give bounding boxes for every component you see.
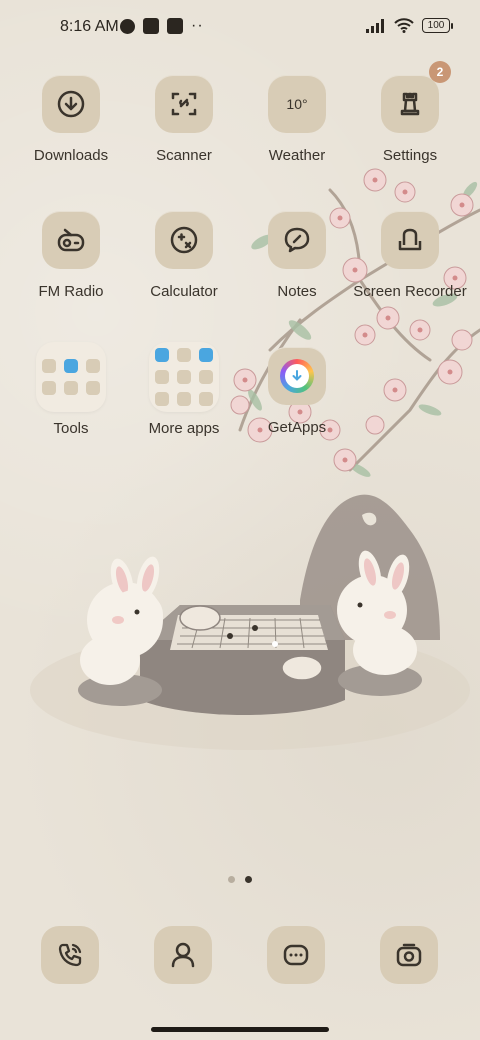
notes-icon — [268, 211, 326, 269]
status-time: 8:16 AM — [60, 18, 119, 35]
app-scanner[interactable]: Scanner — [127, 75, 241, 165]
folder-label: Tools — [53, 420, 89, 437]
signal-icon — [366, 18, 384, 33]
weather-icon: 10° — [268, 75, 326, 133]
app-label: Notes — [277, 283, 317, 300]
weather-temperature: 10° — [286, 96, 308, 112]
phone-icon — [58, 943, 82, 967]
settings-icon — [381, 75, 439, 133]
notification-app-icon — [120, 18, 135, 34]
folder-icon — [149, 342, 219, 412]
download-icon — [42, 75, 100, 133]
folder-more-apps[interactable]: More apps — [127, 342, 241, 438]
folder-label: More apps — [148, 420, 220, 437]
messages-icon — [283, 944, 309, 966]
app-label: GetApps — [267, 419, 327, 436]
app-label: Calculator — [150, 283, 218, 300]
more-notifications-icon: ·· — [191, 17, 204, 34]
app-fm-radio[interactable]: FM Radio — [14, 211, 128, 301]
status-indicators: 100 — [366, 18, 453, 33]
notification-square-icon — [143, 18, 159, 34]
app-weather[interactable]: 10° Weather — [240, 75, 354, 165]
app-label: Scanner — [156, 147, 212, 164]
contacts-icon — [171, 942, 195, 968]
page-dot-2[interactable] — [245, 876, 252, 883]
app-getapps[interactable]: GetApps — [240, 347, 354, 437]
app-label: Downloads — [33, 147, 109, 164]
page-indicator — [0, 876, 480, 883]
battery-icon: 100 — [422, 18, 453, 33]
notification-icons: ·· — [120, 18, 204, 34]
dock-camera[interactable] — [380, 926, 438, 984]
app-notes[interactable]: Notes — [240, 211, 354, 301]
radio-icon — [42, 211, 100, 269]
wifi-icon — [394, 18, 414, 33]
camera-icon — [396, 943, 422, 967]
folder-tools[interactable]: Tools — [14, 342, 128, 438]
app-label: Screen Recorder — [353, 283, 467, 300]
calculator-icon — [155, 211, 213, 269]
getapps-icon — [268, 347, 326, 405]
app-label: FM Radio — [38, 283, 104, 300]
page-dot-1[interactable] — [228, 876, 235, 883]
app-downloads[interactable]: Downloads — [14, 75, 128, 165]
notification-upload-icon — [167, 18, 183, 34]
app-screen-recorder[interactable]: Screen Recorder — [353, 211, 467, 301]
app-calculator[interactable]: Calculator — [127, 211, 241, 301]
status-bar: 8:16 AM ·· 100 — [0, 0, 480, 56]
dock-messages[interactable] — [267, 926, 325, 984]
folder-icon — [36, 342, 106, 412]
app-label: Settings — [382, 147, 438, 164]
app-label: Weather — [268, 147, 326, 164]
dock-contacts[interactable] — [154, 926, 212, 984]
notification-badge: 2 — [429, 61, 451, 83]
screen-recorder-icon — [381, 211, 439, 269]
dock-phone[interactable] — [41, 926, 99, 984]
scanner-icon — [155, 75, 213, 133]
home-indicator[interactable] — [151, 1027, 329, 1032]
app-settings[interactable]: 2 Settings — [353, 61, 467, 165]
